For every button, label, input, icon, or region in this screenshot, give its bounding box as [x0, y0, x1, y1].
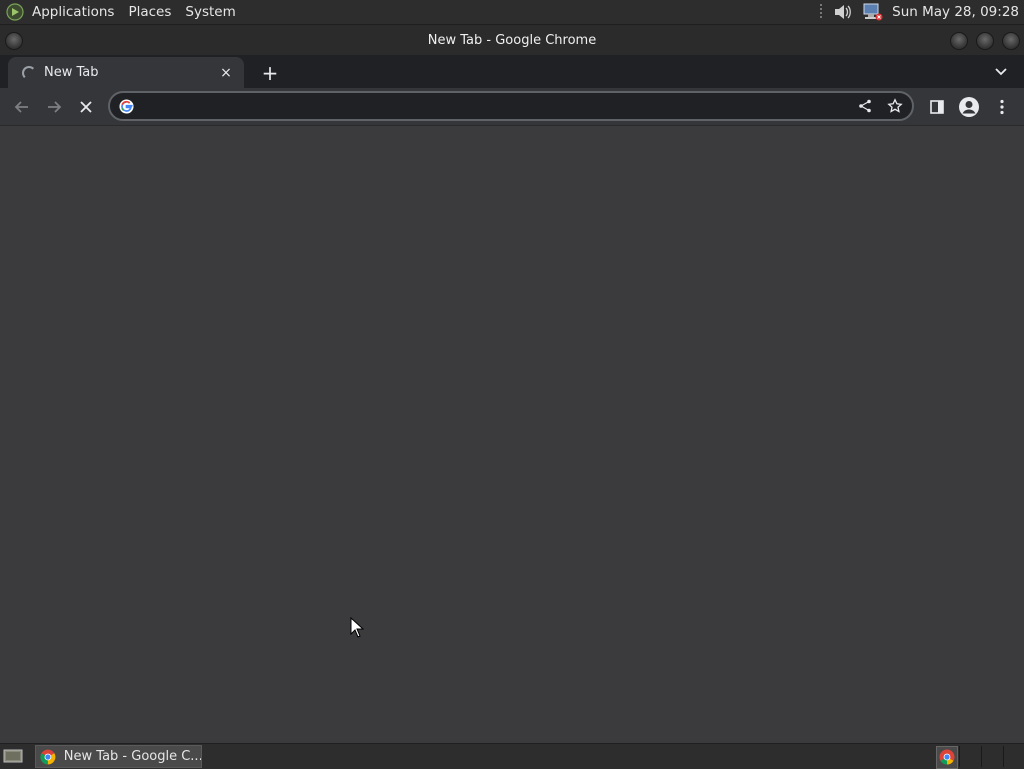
- star-icon: [887, 98, 903, 113]
- bookmark-star-button[interactable]: [882, 93, 908, 119]
- loading-spinner-icon: [22, 65, 36, 80]
- window-titlebar[interactable]: New Tab - Google Chrome: [0, 25, 1024, 55]
- tab-new-tab[interactable]: New Tab ×: [8, 57, 244, 88]
- side-panel-button[interactable]: [924, 94, 950, 120]
- network-icon[interactable]: [862, 2, 884, 22]
- workspace-1[interactable]: [936, 746, 958, 769]
- chrome-menu-button[interactable]: [989, 94, 1015, 120]
- mouse-pointer-icon: [350, 617, 364, 638]
- tab-close-button[interactable]: ×: [218, 65, 234, 81]
- side-panel-icon: [930, 100, 944, 114]
- clock[interactable]: Sun May 28, 09:28: [892, 4, 1019, 20]
- system-menu[interactable]: System: [185, 4, 235, 20]
- show-desktop-button[interactable]: [3, 748, 23, 764]
- chrome-icon: [40, 749, 56, 764]
- workspace-2[interactable]: [959, 746, 980, 767]
- places-menu[interactable]: Places: [128, 4, 171, 20]
- omnibox[interactable]: [108, 91, 914, 121]
- share-icon: [859, 99, 871, 113]
- maximize-button[interactable]: [976, 32, 994, 50]
- tab-title: New Tab: [44, 65, 99, 80]
- system-tray: Sun May 28, 09:28: [820, 0, 1024, 24]
- close-icon: [80, 101, 92, 113]
- tab-search-button[interactable]: [992, 63, 1010, 81]
- top-panel: Applications Places System Sun May 28, 0…: [0, 0, 1024, 25]
- taskbar-item-label: New Tab - Google C...: [63, 749, 201, 764]
- back-button[interactable]: [9, 94, 35, 120]
- taskbar-item-chrome[interactable]: New Tab - Google C...: [35, 745, 202, 768]
- close-window-button[interactable]: [1002, 32, 1020, 50]
- tab-strip: New Tab × +: [0, 55, 1024, 88]
- browser-toolbar: [0, 88, 1024, 126]
- forward-button[interactable]: [41, 94, 67, 120]
- chrome-icon: [939, 749, 955, 765]
- arrow-left-icon: [14, 101, 28, 113]
- kebab-menu-icon: [1000, 99, 1004, 115]
- workspace-4[interactable]: [1003, 746, 1024, 767]
- applications-menu[interactable]: Applications: [32, 4, 114, 20]
- chevron-down-icon: [995, 68, 1007, 76]
- volume-icon[interactable]: [832, 2, 854, 22]
- google-icon: [118, 98, 134, 114]
- workspace-3[interactable]: [981, 746, 1002, 767]
- stop-button[interactable]: [73, 94, 99, 120]
- profile-button[interactable]: [956, 94, 982, 120]
- avatar-icon: [959, 97, 979, 117]
- minimize-button[interactable]: [950, 32, 968, 50]
- tray-handle: [820, 4, 823, 20]
- share-button[interactable]: [852, 93, 878, 119]
- address-input[interactable]: [140, 96, 852, 116]
- window-menu-button[interactable]: [5, 32, 23, 50]
- page-content[interactable]: [0, 126, 1024, 743]
- arrow-right-icon: [48, 101, 62, 113]
- window-title: New Tab - Google Chrome: [427, 32, 597, 48]
- bottom-panel: New Tab - Google C...: [0, 743, 1024, 769]
- distro-menu-icon[interactable]: [6, 3, 24, 21]
- desktop-icon: [3, 749, 23, 763]
- new-tab-button[interactable]: +: [258, 61, 282, 85]
